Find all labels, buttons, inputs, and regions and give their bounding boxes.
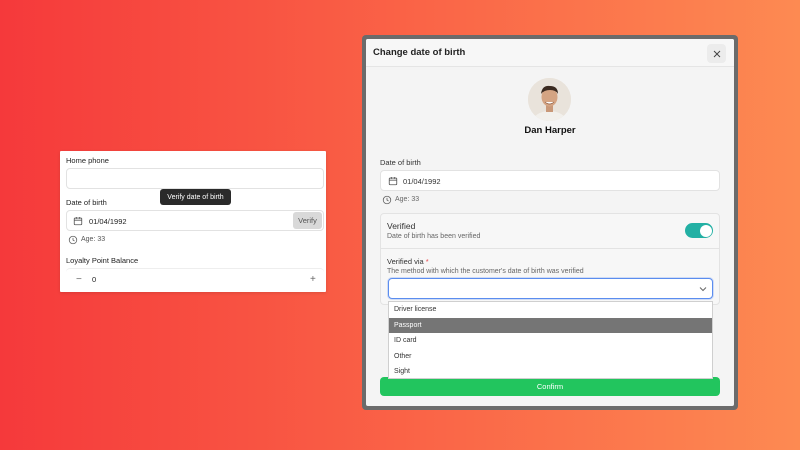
close-icon — [713, 50, 720, 57]
user-name: Dan Harper — [524, 125, 576, 136]
option-passport[interactable]: Passport — [389, 317, 712, 333]
plus-icon[interactable]: + — [310, 274, 316, 285]
customer-details-card: Home phone Date of birth 01/04/1992 Age:… — [60, 151, 326, 292]
age-text: Age: 33 — [81, 236, 106, 243]
option-sight[interactable]: Sight — [389, 364, 712, 379]
verified-via-label: Verified via * — [387, 257, 429, 266]
verify-button[interactable]: Verify — [293, 212, 322, 229]
calendar-icon — [73, 217, 83, 226]
clock-icon — [68, 235, 78, 245]
verified-via-select[interactable] — [388, 278, 713, 299]
option-id-card[interactable]: ID card — [389, 333, 712, 348]
chevron-down-icon — [699, 287, 707, 292]
home-phone-label: Home phone — [66, 156, 109, 165]
loyalty-stepper[interactable]: − 0 + — [66, 268, 324, 289]
dob-input[interactable]: 01/04/1992 — [66, 210, 324, 231]
option-other[interactable]: Other — [389, 349, 712, 364]
modal-title: Change date of birth — [373, 47, 466, 58]
modal-header: Change date of birth — [366, 39, 734, 67]
home-phone-input[interactable] — [66, 168, 324, 189]
modal-dob-label: Date of birth — [380, 158, 421, 167]
required-marker: * — [425, 257, 429, 266]
dob-value: 01/04/1992 — [89, 217, 127, 226]
verified-via-help: The method with which the customer's dat… — [387, 268, 584, 275]
minus-icon[interactable]: − — [76, 274, 82, 285]
verified-divider — [380, 248, 720, 249]
modal-dob-input[interactable]: 01/04/1992 — [380, 170, 720, 191]
confirm-button[interactable]: Confirm — [380, 377, 720, 396]
verified-subtitle: Date of birth has been verified — [387, 233, 481, 240]
loyalty-value: 0 — [92, 275, 97, 284]
close-button[interactable] — [707, 44, 726, 63]
verified-toggle[interactable] — [685, 223, 713, 238]
change-dob-modal: Change date of birth Dan Harper Date of … — [366, 39, 734, 406]
verify-tooltip: Verify date of birth — [160, 189, 231, 205]
toggle-knob — [699, 224, 712, 237]
clock-icon — [382, 195, 392, 205]
option-driver-license[interactable]: Driver license — [389, 302, 712, 317]
avatar — [528, 78, 571, 121]
loyalty-label: Loyalty Point Balance — [66, 256, 139, 265]
modal-age-text: Age: 33 — [395, 196, 420, 203]
verified-title: Verified — [387, 221, 416, 231]
verified-via-dropdown: Driver license Passport ID card Other Si… — [388, 301, 713, 379]
calendar-icon — [388, 177, 398, 186]
dob-label: Date of birth — [66, 198, 107, 207]
modal-dob-value: 01/04/1992 — [403, 177, 441, 186]
